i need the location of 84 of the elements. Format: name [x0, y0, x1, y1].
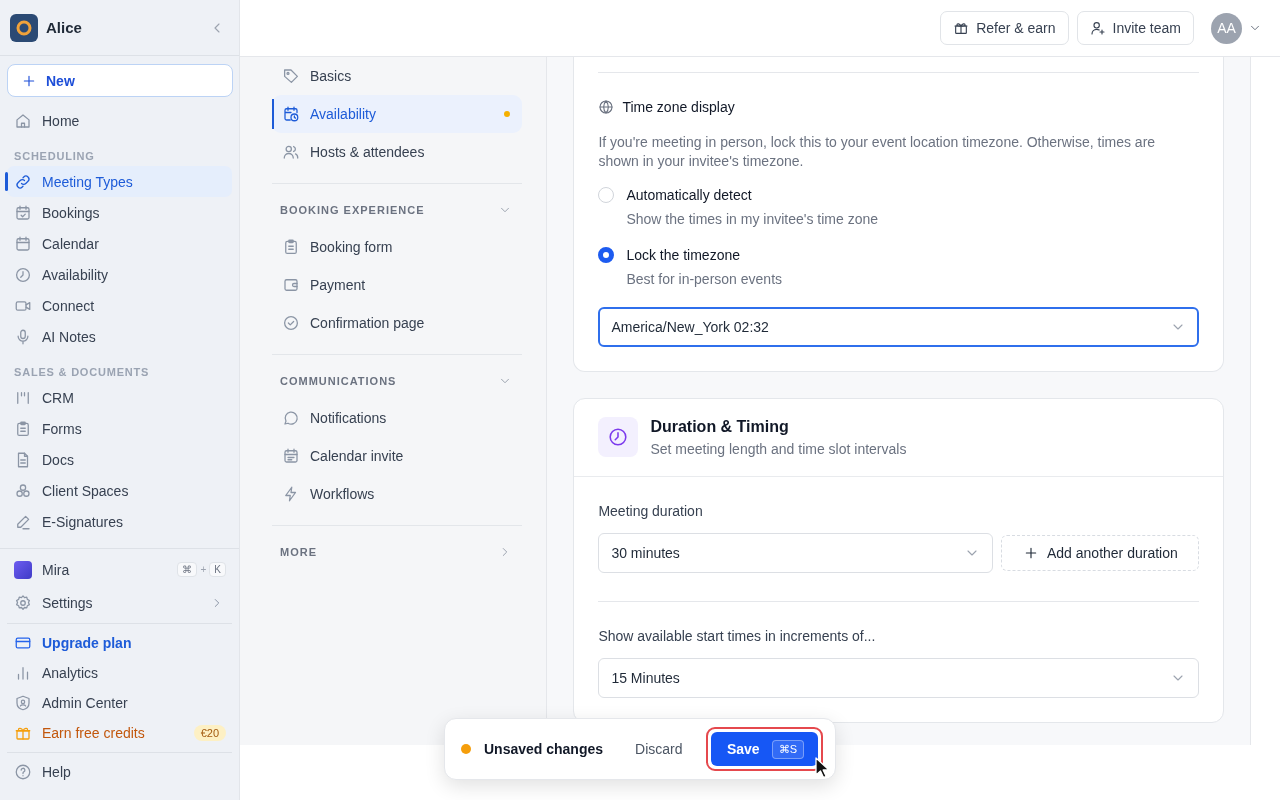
add-duration-button[interactable]: Add another duration [1001, 535, 1200, 571]
settings-nav-item[interactable]: Confirmation page [272, 304, 523, 342]
timezone-select[interactable]: America/New_York 02:32 [598, 307, 1200, 347]
calendar-icon [282, 447, 300, 465]
tag-icon [282, 67, 300, 85]
add-user-icon [1089, 20, 1106, 36]
sidebar-item[interactable]: Home [7, 105, 232, 136]
settings-nav-item[interactable]: Payment [272, 266, 523, 304]
new-button[interactable]: New [7, 64, 233, 97]
section-heading: SALES & DOCUMENTS [13, 365, 151, 380]
shortcut-plus: + [200, 564, 207, 575]
sidebar-item[interactable]: Forms [7, 413, 232, 444]
people-icon [282, 143, 300, 161]
sidebar-item[interactable]: CRM [7, 382, 232, 413]
link-icon [14, 172, 32, 191]
header-button[interactable]: Invite team [1076, 11, 1194, 45]
sidebar-item[interactable]: Help [7, 757, 232, 787]
discard-button[interactable]: Discard [635, 735, 683, 763]
status-dot [461, 744, 471, 754]
gift-icon [953, 20, 970, 36]
sidebar-item[interactable]: Bookings [7, 197, 232, 228]
settings-nav-item[interactable]: Workflows [272, 475, 523, 513]
clipboard-icon [14, 419, 32, 438]
increment-select[interactable]: 15 Minutes [598, 658, 1200, 698]
circles-icon [14, 481, 32, 500]
chat-bubble-icon [282, 409, 300, 427]
status-text: Unsaved changes [484, 741, 604, 757]
settings-nav-item[interactable]: Calendar invite [272, 437, 523, 475]
section-toggle[interactable]: MORE [272, 534, 523, 570]
keyboard-key: ⌘ [177, 562, 198, 577]
section-description: If you're meeting in person, lock this to your event location timezone. Otherwise, times are shown in your invitee's timezone. [598, 133, 1157, 171]
clock-icon [14, 265, 32, 284]
settings-nav-item[interactable]: Booking form [272, 228, 523, 266]
sidebar-item[interactable]: Settings [7, 586, 232, 619]
duration-select[interactable]: 30 minutes [598, 533, 994, 573]
calendar-clock-icon [282, 105, 300, 123]
app-logo [10, 13, 38, 42]
clipboard-icon [282, 238, 300, 256]
sidebar-item[interactable]: Mira ⌘ + K [7, 553, 232, 586]
field-label: Meeting duration [598, 503, 704, 519]
radio-button[interactable] [598, 247, 615, 263]
card-title: Duration & Timing [650, 417, 790, 436]
settings-nav-item[interactable]: Hosts & attendees [272, 133, 523, 171]
section-title: Time zone display [622, 99, 735, 115]
sidebar-item[interactable]: Meeting Types [7, 166, 232, 197]
sidebar-item[interactable]: Calendar [7, 228, 232, 259]
credit-card-icon [14, 634, 32, 652]
calendar-icon [14, 234, 32, 253]
card-subtitle: Set meeting length and time slot intervals [650, 440, 907, 457]
globe-icon [598, 99, 615, 115]
keyboard-key: K [209, 562, 226, 577]
radio-option[interactable]: Lock the timezone Best for in-person events [598, 247, 1200, 287]
assistant-logo [14, 560, 32, 579]
plus-icon [1023, 545, 1039, 561]
sidebar-item[interactable]: Analytics [7, 658, 232, 688]
user-avatar: AA [1211, 12, 1242, 44]
sidebar-item[interactable]: Earn free credits €20 [7, 718, 232, 748]
shield-user-icon [14, 694, 32, 712]
sidebar-item[interactable]: Connect [7, 290, 232, 321]
sidebar-item[interactable]: Availability [7, 259, 232, 290]
header-button[interactable]: Refer & earn [940, 11, 1069, 45]
help-icon [14, 763, 32, 781]
workspace-name: Alice [46, 19, 83, 36]
settings-nav-item[interactable]: Basics [272, 57, 523, 95]
sidebar-item[interactable]: AI Notes [7, 321, 232, 352]
section-heading: SCHEDULING [13, 149, 96, 164]
settings-nav-item[interactable]: Notifications [272, 399, 523, 437]
sidebar-item[interactable]: Client Spaces [7, 475, 232, 506]
sidebar-item[interactable]: Upgrade plan [7, 628, 232, 658]
settings-icon [14, 593, 32, 612]
radio-option[interactable]: Automatically detect Show the times in my invitee's time zone [598, 187, 1200, 227]
section-toggle[interactable]: BOOKING EXPERIENCE [272, 192, 523, 228]
sidebar-item[interactable]: E-Signatures [7, 506, 232, 537]
credit-badge: €20 [193, 725, 226, 741]
save-button[interactable]: Save ⌘S [710, 732, 818, 766]
field-label: Show available start times in increments of... [598, 628, 877, 644]
calendar-check-icon [14, 203, 32, 222]
section-toggle[interactable]: COMMUNICATIONS [272, 363, 523, 399]
settings-nav-item[interactable]: Availability [272, 95, 523, 133]
wallet-icon [282, 276, 300, 294]
sidebar-item[interactable]: Admin Center [7, 688, 232, 718]
shortcut-hint: ⌘S [771, 739, 804, 759]
check-circle-icon [282, 314, 300, 332]
sidebar-item[interactable]: Docs [7, 444, 232, 475]
